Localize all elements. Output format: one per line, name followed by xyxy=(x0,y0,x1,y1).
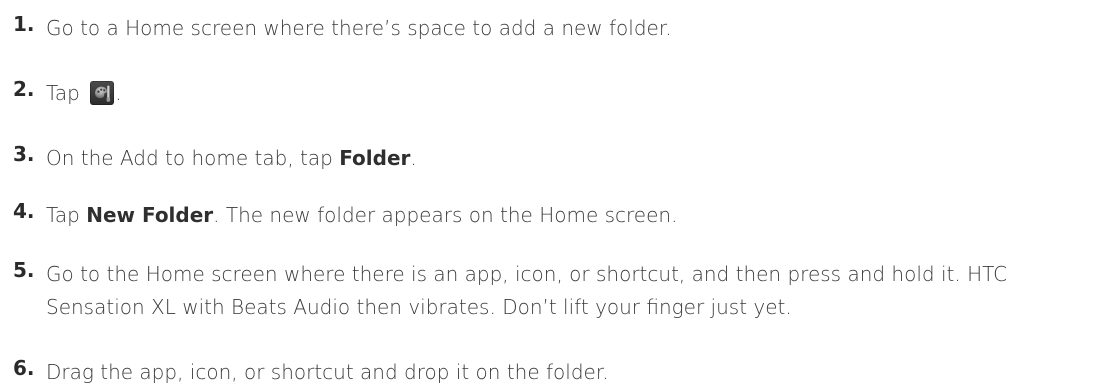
step-text-suffix: . The new folder appears on the Home scr… xyxy=(213,203,678,227)
step-number: 4. xyxy=(13,199,35,223)
step-text: Drag the app, icon, or shortcut and drop… xyxy=(46,360,609,384)
step-text: Go to the Home screen where there is an … xyxy=(46,262,1008,319)
step-text: On the Add to home tab, tap Folder. xyxy=(46,142,1086,175)
step-text-prefix: On the Add to home tab, tap xyxy=(46,146,333,170)
step-number: 5. xyxy=(13,258,35,282)
step-text-suffix: . xyxy=(410,146,417,170)
step-number: 2. xyxy=(13,77,35,101)
step-text-suffix: . xyxy=(115,81,122,105)
step-text: Tap . xyxy=(46,77,1086,110)
step-text: Tap New Folder. The new folder appears o… xyxy=(46,199,1086,232)
personalize-icon xyxy=(90,81,115,105)
step-number: 3. xyxy=(13,142,35,166)
step-number: 1. xyxy=(13,12,35,36)
step-text: Go to a Home screen where there’s space … xyxy=(46,16,672,40)
new-folder-label: New Folder xyxy=(86,203,214,227)
folder-option-label: Folder xyxy=(339,146,411,170)
step-text-prefix: Tap xyxy=(46,81,80,105)
step-text-prefix: Tap xyxy=(46,203,80,227)
step-number: 6. xyxy=(13,356,35,380)
